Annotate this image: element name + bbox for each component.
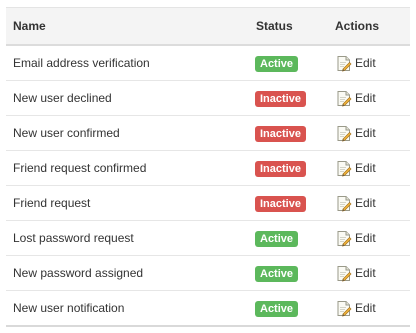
edit-document-icon (336, 125, 352, 142)
table-body: Email address verification Active Edit New … (6, 46, 410, 325)
table-row: New user confirmed Inactive Edit (6, 116, 410, 151)
status-badge: Inactive (255, 126, 306, 142)
status-badge: Active (255, 266, 299, 282)
edit-button[interactable]: Edit (336, 46, 376, 80)
edit-label: Edit (355, 231, 376, 245)
status-badge: Active (255, 301, 299, 317)
edit-button[interactable]: Edit (336, 221, 376, 255)
column-header-name[interactable]: Name (13, 8, 46, 44)
template-name: Friend request (13, 196, 91, 210)
edit-label: Edit (355, 56, 376, 70)
edit-button[interactable]: Edit (336, 256, 376, 290)
status-badge: Inactive (255, 161, 306, 177)
edit-button[interactable]: Edit (336, 186, 376, 220)
edit-document-icon (336, 90, 352, 107)
edit-button[interactable]: Edit (336, 291, 376, 325)
column-header-actions: Actions (335, 19, 380, 33)
table-row: New user notification Active Edit (6, 291, 410, 325)
edit-document-icon (336, 160, 352, 177)
edit-label: Edit (355, 266, 376, 280)
status-badge: Inactive (255, 196, 306, 212)
edit-button[interactable]: Edit (336, 81, 376, 115)
table-header: Name Status Actions (6, 7, 410, 46)
edit-button[interactable]: Edit (336, 116, 376, 150)
edit-label: Edit (355, 91, 376, 105)
table-row: Friend request confirmed Inactive Edit (6, 151, 410, 186)
edit-document-icon (336, 195, 352, 212)
edit-label: Edit (355, 126, 376, 140)
table-row: Friend request Inactive Edit (6, 186, 410, 221)
edit-document-icon (336, 55, 352, 72)
template-name: Email address verification (13, 56, 150, 70)
edit-document-icon (336, 300, 352, 317)
template-name: New password assigned (13, 266, 144, 280)
email-templates-table: Name Status Actions Email address verifi… (6, 7, 410, 327)
status-badge: Active (255, 56, 299, 72)
table-row: Lost password request Active Edit (6, 221, 410, 256)
template-name: New user confirmed (13, 126, 120, 140)
template-name: Friend request confirmed (13, 161, 147, 175)
edit-document-icon (336, 230, 352, 247)
edit-button[interactable]: Edit (336, 151, 376, 185)
table-row: Email address verification Active Edit (6, 46, 410, 81)
edit-label: Edit (355, 301, 376, 315)
template-name: Lost password request (13, 231, 134, 245)
table-row: New user declined Inactive Edit (6, 81, 410, 116)
edit-label: Edit (355, 196, 376, 210)
status-badge: Inactive (255, 91, 306, 107)
template-name: New user notification (13, 301, 125, 315)
edit-label: Edit (355, 161, 376, 175)
table-row: New password assigned Active Edit (6, 256, 410, 291)
column-header-status[interactable]: Status (256, 8, 293, 44)
status-badge: Active (255, 231, 299, 247)
template-name: New user declined (13, 91, 112, 105)
edit-document-icon (336, 265, 352, 282)
